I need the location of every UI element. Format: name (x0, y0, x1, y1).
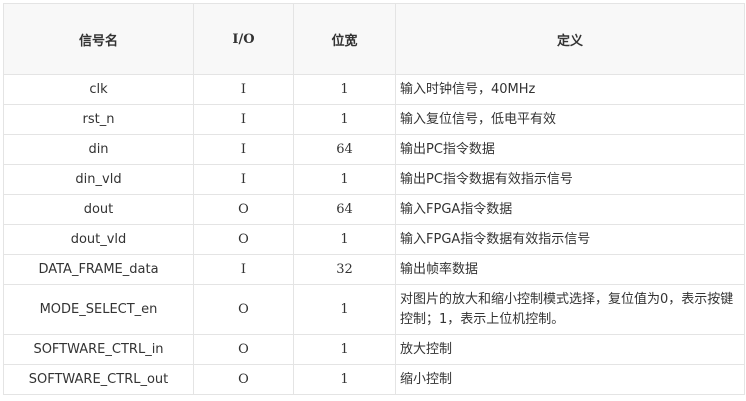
table-row: SOFTWARE_CTRL_out O 1 缩小控制 (3, 364, 745, 395)
cell-signal-name: dout (3, 194, 194, 225)
cell-definition: 输入复位信号，低电平有效 (395, 104, 745, 135)
cell-signal-name: clk (3, 74, 194, 105)
cell-definition: 输出帧率数据 (395, 254, 745, 285)
cell-io: I (193, 164, 294, 195)
table-header: 信号名 I/O 位宽 定义 (3, 3, 745, 75)
page: 信号名 I/O 位宽 定义 clk I 1 输入时钟信号，40MHz rst_n… (0, 0, 746, 401)
cell-io: O (193, 364, 294, 395)
cell-definition: 输出PC指令数据 (395, 134, 745, 165)
cell-io: I (193, 74, 294, 105)
cell-signal-name: din (3, 134, 194, 165)
cell-width: 1 (293, 364, 396, 395)
cell-io: I (193, 254, 294, 285)
cell-width: 64 (293, 194, 396, 225)
table-row: dout O 64 输入FPGA指令数据 (3, 194, 745, 225)
cell-io: I (193, 134, 294, 165)
header-row: 信号名 I/O 位宽 定义 (3, 3, 745, 75)
table-row: DATA_FRAME_data I 32 输出帧率数据 (3, 254, 745, 285)
cell-io: I (193, 104, 294, 135)
cell-width: 64 (293, 134, 396, 165)
table-row: din I 64 输出PC指令数据 (3, 134, 745, 165)
cell-io: O (193, 194, 294, 225)
table-row: din_vld I 1 输出PC指令数据有效指示信号 (3, 164, 745, 195)
cell-signal-name: rst_n (3, 104, 194, 135)
cell-signal-name: SOFTWARE_CTRL_in (3, 334, 194, 365)
cell-width: 32 (293, 254, 396, 285)
cell-signal-name: din_vld (3, 164, 194, 195)
cell-io: O (193, 334, 294, 365)
table-row: MODE_SELECT_en O 1 对图片的放大和缩小控制模式选择，复位值为0… (3, 284, 745, 335)
cell-definition: 输入FPGA指令数据 (395, 194, 745, 225)
cell-signal-name: SOFTWARE_CTRL_out (3, 364, 194, 395)
cell-definition: 缩小控制 (395, 364, 745, 395)
cell-width: 1 (293, 334, 396, 365)
table-row: rst_n I 1 输入复位信号，低电平有效 (3, 104, 745, 135)
cell-width: 1 (293, 164, 396, 195)
table-row: dout_vld O 1 输入FPGA指令数据有效指示信号 (3, 224, 745, 255)
cell-width: 1 (293, 284, 396, 335)
header-io: I/O (193, 3, 294, 75)
cell-signal-name: DATA_FRAME_data (3, 254, 194, 285)
cell-definition: 对图片的放大和缩小控制模式选择，复位值为0，表示按键控制；1，表示上位机控制。 (395, 284, 745, 335)
table-row: clk I 1 输入时钟信号，40MHz (3, 74, 745, 105)
cell-width: 1 (293, 74, 396, 105)
cell-definition: 输出PC指令数据有效指示信号 (395, 164, 745, 195)
header-signal-name: 信号名 (3, 3, 194, 75)
cell-width: 1 (293, 104, 396, 135)
header-definition: 定义 (395, 3, 745, 75)
cell-signal-name: dout_vld (3, 224, 194, 255)
cell-width: 1 (293, 224, 396, 255)
signal-table: 信号名 I/O 位宽 定义 clk I 1 输入时钟信号，40MHz rst_n… (3, 3, 745, 395)
table-row: SOFTWARE_CTRL_in O 1 放大控制 (3, 334, 745, 365)
cell-definition: 输入FPGA指令数据有效指示信号 (395, 224, 745, 255)
cell-definition: 输入时钟信号，40MHz (395, 74, 745, 105)
cell-signal-name: MODE_SELECT_en (3, 284, 194, 335)
header-width: 位宽 (293, 3, 396, 75)
cell-io: O (193, 284, 294, 335)
table-body: clk I 1 输入时钟信号，40MHz rst_n I 1 输入复位信号，低电… (3, 74, 745, 395)
cell-definition: 放大控制 (395, 334, 745, 365)
cell-io: O (193, 224, 294, 255)
